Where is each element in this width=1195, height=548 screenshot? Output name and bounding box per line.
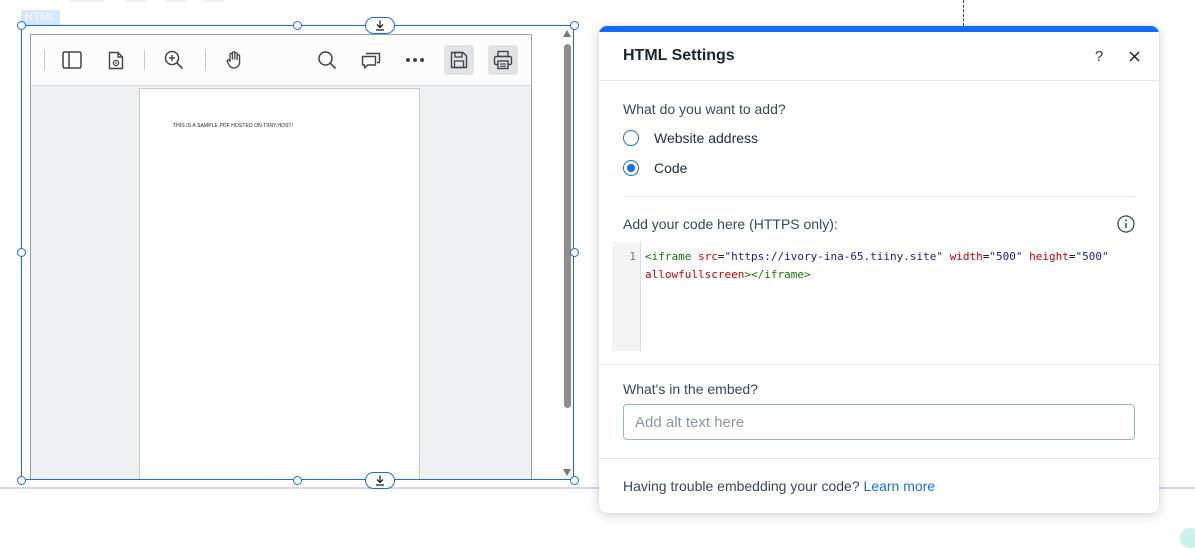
code-token: height: [1029, 250, 1069, 263]
embed-description-label: What's in the embed?: [623, 381, 758, 397]
code-token: "500": [1075, 250, 1109, 263]
radio-button-unselected[interactable]: [623, 130, 639, 146]
element-type-label: HTML: [21, 10, 61, 25]
radio-option-website-address[interactable]: Website address: [623, 130, 758, 146]
canvas-decoration: [124, 0, 148, 2]
code-editor-gutter: 1: [612, 242, 641, 351]
canvas-dashed-guide: [963, 0, 964, 26]
code-field-label: Add your code here (HTTPS only):: [623, 216, 838, 232]
element-selection-frame[interactable]: [21, 25, 574, 480]
code-token: ></iframe>: [744, 268, 811, 281]
question-label: What do you want to add?: [623, 101, 786, 117]
close-icon[interactable]: [1124, 46, 1144, 66]
resize-handle-top-right[interactable]: [570, 21, 579, 30]
canvas-decoration: [68, 0, 106, 2]
code-content[interactable]: <iframe src="https://ivory-ina-65.tiiny.…: [645, 248, 1135, 284]
footer-help: Having trouble embedding your code? Lear…: [623, 478, 935, 494]
panel-title: HTML Settings: [623, 47, 735, 64]
canvas-decoration: [164, 0, 188, 2]
resize-handle-bottom-right[interactable]: [570, 476, 579, 485]
code-token: "500": [989, 250, 1023, 263]
panel-accent-bar: [599, 26, 1159, 32]
canvas-decoration: [202, 0, 226, 2]
info-icon[interactable]: [1117, 215, 1135, 233]
radio-dot: [627, 164, 635, 172]
code-token: width: [949, 250, 983, 263]
divider: [599, 364, 1159, 365]
arrow-down-to-line-icon: [376, 475, 384, 486]
canvas-corner-decoration: [1180, 528, 1195, 548]
resize-handle-bottom-left[interactable]: [17, 476, 26, 485]
help-icon[interactable]: ?: [1089, 46, 1109, 66]
code-token: <iframe: [645, 250, 692, 263]
stretch-top-button[interactable]: [365, 17, 395, 34]
code-token: allowfullscreen: [645, 268, 745, 281]
radio-button-selected[interactable]: [623, 160, 639, 176]
code-token: "https://ivory-ina-65.tiiny.site": [724, 250, 944, 263]
resize-handle-top[interactable]: [293, 21, 302, 30]
learn-more-link[interactable]: Learn more: [864, 478, 936, 494]
alt-text-input[interactable]: [623, 404, 1135, 440]
resize-handle-bottom[interactable]: [293, 476, 302, 485]
resize-handle-top-left[interactable]: [17, 21, 26, 30]
code-editor[interactable]: 1 <iframe src="https://ivory-ina-65.tiin…: [612, 242, 1135, 351]
divider: [623, 196, 1135, 197]
footer-help-text: Having trouble embedding your code?: [623, 478, 860, 494]
divider: [599, 80, 1159, 81]
html-settings-panel: HTML Settings ? What do you want to add?…: [599, 26, 1159, 513]
divider: [599, 458, 1159, 459]
radio-label: Code: [654, 160, 688, 176]
resize-handle-right[interactable]: [570, 248, 579, 257]
arrow-down-to-line-icon: [376, 20, 384, 31]
resize-handle-left[interactable]: [17, 248, 26, 257]
line-number: 1: [629, 250, 636, 263]
radio-label: Website address: [654, 130, 759, 146]
stretch-bottom-button[interactable]: [365, 472, 395, 489]
code-token: src: [697, 250, 718, 263]
radio-option-code[interactable]: Code: [623, 160, 687, 176]
